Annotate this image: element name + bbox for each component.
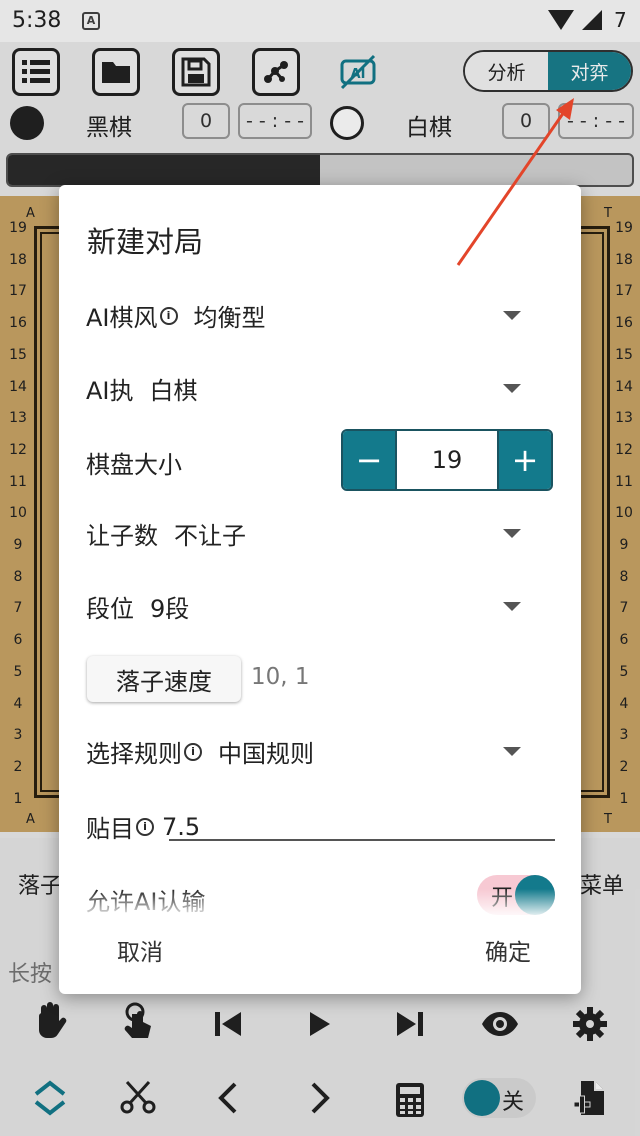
chevron-down-icon[interactable] [503,311,521,320]
annotation-arrow [456,98,574,266]
new-game-dialog: 新建对局 AI棋风 i 均衡型 AI执 白棋 棋盘大小 − 19 + 让子数 不… [59,185,581,994]
decrement-button[interactable]: − [343,431,395,489]
rank-label: 段位 [86,595,134,623]
handicap-select[interactable]: 让子数 不让子 [86,516,246,551]
rules-label: 选择规则 [86,740,182,768]
rules-select[interactable]: 选择规则 i 中国规则 [86,734,314,769]
board-size-value[interactable]: 19 [395,431,499,489]
ai-color-label: AI执 [86,377,134,405]
arrow-head-icon [556,98,574,120]
increment-button[interactable]: + [499,431,551,489]
ok-button[interactable]: 确定 [485,933,531,967]
komi-label: 贴目 [86,815,134,843]
ai-style-value: 均衡型 [193,304,266,332]
rank-value: 9段 [150,595,190,623]
info-icon[interactable]: i [184,742,202,761]
dialog-title: 新建对局 [87,225,204,259]
info-icon[interactable]: i [136,817,154,836]
ai-style-select[interactable]: AI棋风 i 均衡型 [86,298,266,333]
ai-style-label: AI棋风 [86,304,158,332]
move-speed-button[interactable]: 落子速度 [87,656,241,702]
chevron-down-icon[interactable] [503,602,521,611]
info-icon[interactable]: i [159,306,178,325]
board-size-label: 棋盘大小 [86,451,182,479]
cancel-button[interactable]: 取消 [117,933,163,967]
chevron-down-icon[interactable] [503,384,521,393]
komi-underline [169,839,555,841]
ai-color-value: 白棋 [149,377,198,405]
ai-color-select[interactable]: AI执 白棋 [86,371,198,406]
handicap-value: 不让子 [174,522,246,550]
chevron-down-icon[interactable] [503,747,521,756]
move-speed-value: 10, 1 [251,664,310,690]
handicap-label: 让子数 [86,522,158,550]
komi-input[interactable]: 7.5 [162,813,200,841]
rank-select[interactable]: 段位 9段 [86,589,189,624]
chevron-down-icon[interactable] [503,529,521,538]
board-size-stepper[interactable]: − 19 + [341,429,553,491]
scroll-fade [59,889,581,919]
rules-value: 中国规则 [218,740,314,768]
